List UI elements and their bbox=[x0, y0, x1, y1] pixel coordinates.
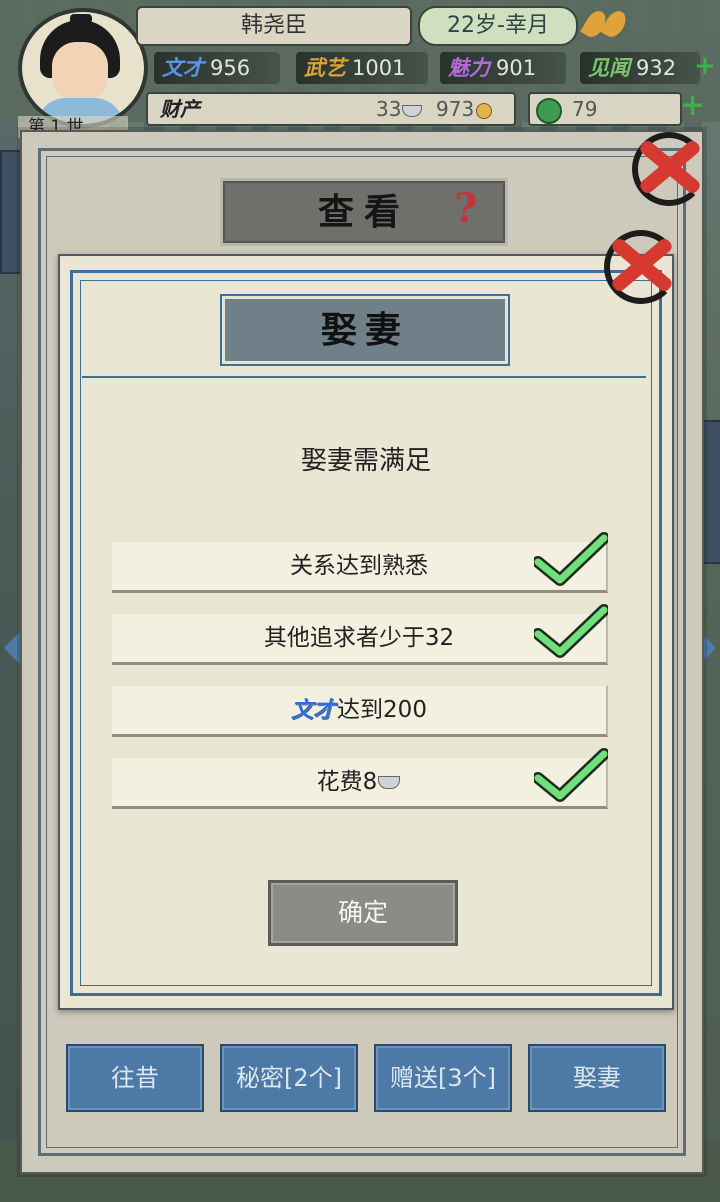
copper-value: 973 bbox=[436, 97, 475, 121]
requirement-relationship: 关系达到熟悉 bbox=[112, 532, 610, 593]
view-dialog-tabs: 往昔 秘密[2个] 赠送[3个] 娶妻 bbox=[66, 1044, 666, 1112]
title-divider bbox=[82, 376, 646, 378]
tab-gifts[interactable]: 赠送[3个] bbox=[374, 1044, 512, 1112]
silver-amount: 33 bbox=[376, 94, 423, 124]
view-dialog-title-text: 查看 bbox=[317, 191, 410, 233]
wealth-row: 财产 33 973 79 bbox=[146, 92, 720, 126]
copper-amount: 973 bbox=[436, 94, 493, 124]
marry-dialog: 娶妻 娶妻需满足 关系达到熟悉 其他追求者少于32 文才达到200 花费8 确定 bbox=[58, 230, 678, 1010]
wealth-bar: 财产 33 973 bbox=[146, 92, 516, 126]
requirement-cost: 花费8 bbox=[112, 748, 610, 809]
tab-past[interactable]: 往昔 bbox=[66, 1044, 204, 1112]
help-icon[interactable]: ? bbox=[454, 186, 490, 232]
wencai-icon: 文才 bbox=[291, 697, 336, 723]
requirement-text: 其他追求者少于32 bbox=[263, 625, 455, 651]
stat-label: 见闻 bbox=[588, 55, 630, 80]
copper-coin-icon bbox=[476, 102, 493, 119]
stat-value: 932 bbox=[636, 56, 677, 80]
requirement-text: 关系达到熟悉 bbox=[290, 553, 428, 579]
jade-currency: 79 bbox=[528, 92, 682, 126]
marry-dialog-title: 娶妻 bbox=[222, 296, 508, 364]
feather-icon bbox=[600, 7, 630, 41]
stat-label: 魅力 bbox=[448, 55, 490, 80]
close-marry-dialog-icon[interactable] bbox=[598, 224, 678, 304]
silver-value: 33 bbox=[376, 97, 402, 121]
tab-secrets[interactable]: 秘密[2个] bbox=[220, 1044, 358, 1112]
stat-value: 901 bbox=[496, 56, 537, 80]
checkmark-icon bbox=[532, 532, 610, 586]
requirements-heading: 娶妻需满足 bbox=[300, 446, 431, 476]
silver-ingot-icon bbox=[378, 776, 401, 789]
jade-icon bbox=[536, 98, 562, 124]
stat-wencai: 文才 956 bbox=[154, 52, 280, 84]
confirm-button[interactable]: 确定 bbox=[268, 880, 458, 946]
tab-marry[interactable]: 娶妻 bbox=[528, 1044, 666, 1112]
player-stats: 文才 956 武艺 1001 魅力 901 见闻 932 bbox=[150, 52, 720, 84]
stat-value: 1001 bbox=[352, 56, 406, 80]
stat-label: 文才 bbox=[162, 55, 204, 80]
close-view-dialog-icon[interactable] bbox=[626, 126, 706, 206]
requirement-text: 花费8 bbox=[316, 769, 378, 795]
add-currency-icon[interactable]: + bbox=[680, 91, 710, 122]
player-age: 22岁-幸月 bbox=[418, 6, 578, 46]
player-avatar[interactable] bbox=[18, 8, 148, 128]
checkmark-icon bbox=[532, 748, 610, 802]
requirement-text: 达到200 bbox=[337, 697, 427, 723]
stat-wuyi: 武艺 1001 bbox=[296, 52, 428, 84]
stat-jianwen: 见闻 932 bbox=[580, 52, 700, 84]
requirement-talent: 文才达到200 bbox=[112, 686, 608, 737]
jade-value: 79 bbox=[572, 97, 598, 121]
checkmark-icon bbox=[532, 604, 610, 658]
silver-ingot-icon bbox=[402, 104, 423, 117]
player-status-bar: 韩尧臣 22岁-幸月 文才 956 武艺 1001 魅力 901 见闻 932 + 财产… bbox=[0, 0, 720, 128]
add-stat-icon[interactable]: + bbox=[694, 52, 718, 82]
avatar-face bbox=[52, 42, 108, 104]
requirement-suitors: 其他追求者少于32 bbox=[112, 604, 610, 665]
wealth-label: 财产 bbox=[160, 97, 200, 121]
stat-meili: 魅力 901 bbox=[440, 52, 566, 84]
avatar-cap bbox=[70, 14, 92, 24]
player-name: 韩尧臣 bbox=[136, 6, 412, 46]
stat-label: 武艺 bbox=[304, 55, 346, 80]
stat-value: 956 bbox=[210, 56, 251, 80]
